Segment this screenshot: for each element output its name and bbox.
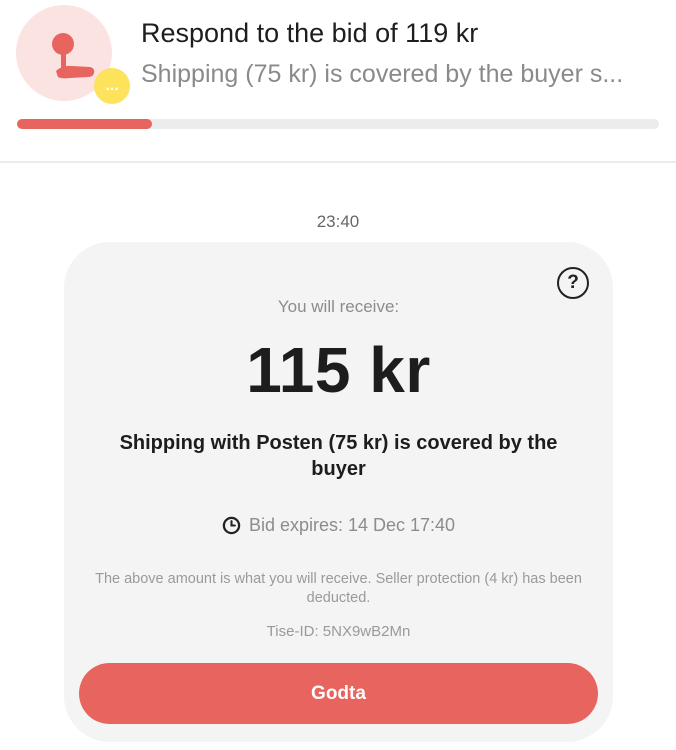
help-icon[interactable]: ? <box>557 267 589 299</box>
header: ... Respond to the bid of 119 kr Shippin… <box>0 0 676 163</box>
progress-bar <box>17 119 659 129</box>
message-timestamp: 23:40 <box>316 212 360 231</box>
progress-fill <box>17 119 152 129</box>
clock-icon <box>222 516 241 534</box>
shipping-info: Shipping with Posten (75 kr) is covered … <box>119 432 558 480</box>
receive-amount: 115 kr <box>246 334 431 406</box>
bid-response-screen: ... Respond to the bid of 119 kr Shippin… <box>0 0 676 750</box>
expires-text: Bid expires: 14 Dec 17:40 <box>248 514 456 535</box>
header-title: Respond to the bid of 119 kr <box>141 18 479 48</box>
avatar: ... <box>16 5 130 104</box>
seller-protection-note: The above amount is what you will receiv… <box>95 571 582 606</box>
tise-id: Tise-ID: 5NX9wB2Mn <box>266 623 411 640</box>
chat-dots-icon: ... <box>94 68 130 104</box>
receive-label: You will receive: <box>277 297 400 316</box>
accept-button[interactable]: Godta <box>79 663 598 724</box>
header-subtitle: Shipping (75 kr) is covered by the buyer… <box>141 60 624 88</box>
bid-expiry: Bid expires: 14 Dec 17:40 <box>64 513 613 537</box>
